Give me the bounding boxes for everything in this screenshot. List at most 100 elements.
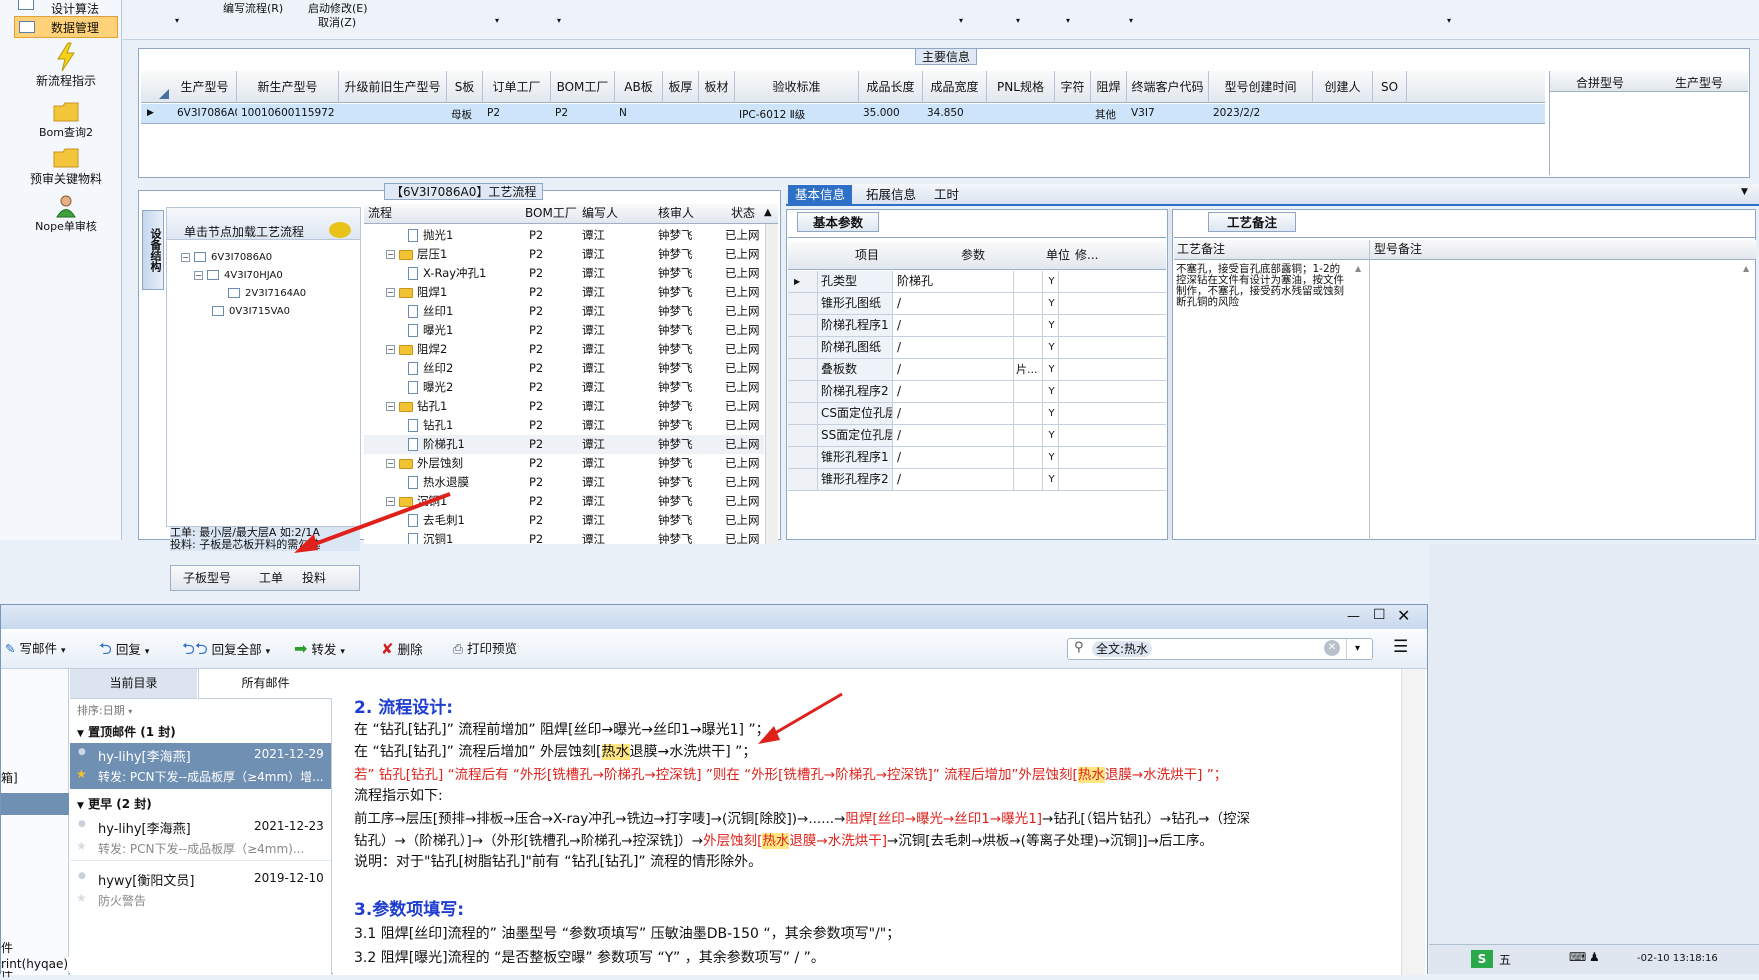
chevron-down-icon[interactable]: ▾ <box>1447 16 1451 25</box>
main-info-col-header[interactable]: 订单工厂 <box>483 71 551 103</box>
main-info-col-header[interactable]: S板 <box>447 71 483 103</box>
search-input[interactable]: 全文:热水 <box>1092 641 1153 657</box>
reply-button[interactable]: ⮌ 回复 ▾ <box>99 636 149 662</box>
tree-node[interactable]: − 6V3I7086A0 <box>181 252 272 263</box>
keyboard-icon[interactable]: ⌨ <box>1569 950 1586 964</box>
mail-item[interactable]: ● hywy[衡阳文员] 2019-12-10 ★ 防火警告 <box>70 867 331 913</box>
main-info-col-header[interactable]: 板厚 <box>663 71 699 103</box>
remarks-tab[interactable]: 工艺备注 <box>1208 212 1296 232</box>
process-row[interactable]: 曝光1 P2 谭江 钟梦飞 已上网 <box>364 321 764 340</box>
main-info-cell[interactable]: 母板 <box>451 107 483 122</box>
chevron-down-icon[interactable]: ▾ <box>1016 16 1020 25</box>
star-icon[interactable]: ★ <box>76 891 87 905</box>
param-row[interactable]: ▶ 孔类型 阶梯孔 Y <box>788 271 1166 293</box>
main-info-col-header[interactable]: 生产型号 <box>173 71 237 103</box>
main-info-cell[interactable]: N <box>619 107 663 119</box>
ime-icon[interactable]: S <box>1471 950 1493 968</box>
nav-item-data-management[interactable]: 数据管理 <box>14 16 118 38</box>
star-icon[interactable]: ★ <box>76 767 87 781</box>
process-row[interactable]: X-Ray冲孔1 P2 谭江 钟梦飞 已上网 <box>364 264 764 283</box>
sort-dropdown[interactable]: 排序:日期 ▾ <box>77 702 132 718</box>
param-row[interactable]: 锥形孔图纸 / Y <box>788 293 1166 315</box>
mail-item-selected[interactable]: ● hy-lihy[李海燕] 2021-12-29 ★ 转发: PCN下发--成… <box>70 743 331 789</box>
close-icon[interactable]: ✕ <box>1397 606 1410 625</box>
dropdown-icon[interactable]: ▼ <box>1741 187 1748 197</box>
folder-label[interactable]: 箱] <box>1 769 18 786</box>
main-info-cell[interactable]: P2 <box>487 107 551 119</box>
process-row[interactable]: − 阻焊1 P2 谭江 钟梦飞 已上网 <box>364 283 764 302</box>
collapse-icon[interactable]: − <box>386 345 395 354</box>
mail-item[interactable]: ● hy-lihy[李海燕] 2021-12-23 ★ 转发: PCN下发--成… <box>70 815 331 861</box>
tab-work-hours[interactable]: 工时 <box>934 185 959 205</box>
nav-item-pre-review[interactable]: 预审关键物料 <box>14 146 118 192</box>
process-row[interactable]: 抛光1 P2 谭江 钟梦飞 已上网 <box>364 226 764 245</box>
delete-button[interactable]: ✘ 删除 <box>381 636 423 662</box>
print-preview-button[interactable]: ⎙ 打印预览 <box>453 636 517 662</box>
search-options-icon[interactable]: ▾ <box>1346 639 1368 659</box>
main-info-col-header[interactable]: 新生产型号 <box>237 71 339 103</box>
main-info-col-header[interactable]: AB板 <box>615 71 663 103</box>
main-info-col-header[interactable]: SO <box>1373 71 1407 103</box>
main-info-cell[interactable]: V3I7 <box>1131 107 1209 119</box>
menu-edit-process[interactable]: 编写流程(R) <box>223 0 283 16</box>
folder-label[interactable]: 件 <box>1 939 13 956</box>
clear-search-icon[interactable]: ✕ <box>1324 640 1340 656</box>
collapse-icon[interactable]: − <box>386 250 395 259</box>
user-icon[interactable]: ♟ <box>1589 950 1600 964</box>
main-info-cell[interactable]: 2023/2/2 <box>1213 107 1313 119</box>
main-info-cell[interactable]: IPC-6012 Ⅱ级 <box>739 107 859 122</box>
process-row[interactable]: 钻孔1 P2 谭江 钟梦飞 已上网 <box>364 416 764 435</box>
process-row[interactable]: − 外层蚀刻 P2 谭江 钟梦飞 已上网 <box>364 454 764 473</box>
process-remark-text[interactable]: 不塞孔，接受盲孔底部露铜；1-2的控深钻在文件有设计为塞油，按文件制作，不塞孔，… <box>1176 264 1346 308</box>
main-info-col-header[interactable]: 字符 <box>1055 71 1091 103</box>
process-scrollbar[interactable] <box>765 224 778 544</box>
tree-node[interactable]: 2V3I7164A0 <box>228 288 306 299</box>
param-row[interactable]: 阶梯孔图纸 / Y <box>788 337 1166 359</box>
main-info-cell[interactable]: 35.000 <box>863 107 923 119</box>
side-tab-equipment[interactable]: 设备结构 <box>142 210 164 290</box>
collapse-icon[interactable]: − <box>386 459 395 468</box>
tree-node[interactable]: 0V3I715VA0 <box>212 306 290 317</box>
main-info-col-header[interactable]: 型号创建时间 <box>1209 71 1313 103</box>
compose-button[interactable]: ✎ 写邮件 ▾ <box>5 636 66 662</box>
process-row[interactable]: 丝印1 P2 谭江 钟梦飞 已上网 <box>364 302 764 321</box>
main-info-cell[interactable]: 10010600115972 <box>241 107 339 119</box>
main-info-cell[interactable]: 6V3I7086A0 <box>177 107 237 119</box>
chevron-down-icon[interactable]: ▾ <box>495 16 499 25</box>
main-info-cell[interactable]: 34.850 <box>927 107 987 119</box>
param-row[interactable]: 叠板数 / 片... Y <box>788 359 1166 381</box>
star-icon[interactable]: ★ <box>76 839 87 853</box>
tab-extended-info[interactable]: 拓展信息 <box>866 185 916 205</box>
process-row[interactable]: 阶梯孔1 P2 谭江 钟梦飞 已上网 <box>364 435 764 454</box>
folder-selected[interactable] <box>1 793 69 815</box>
scroll-up-icon[interactable]: ▲ <box>1743 264 1749 273</box>
maximize-icon[interactable]: ☐ <box>1373 607 1386 623</box>
tab-basic-info[interactable]: 基本信息 <box>788 185 852 205</box>
process-row[interactable]: − 钻孔1 P2 谭江 钟梦飞 已上网 <box>364 397 764 416</box>
main-info-col-header[interactable]: 创建人 <box>1313 71 1373 103</box>
collapse-icon[interactable]: − <box>181 252 190 262</box>
chevron-down-icon[interactable]: ▾ <box>959 16 963 25</box>
tree-node[interactable]: − 4V3I70HJA0 <box>194 270 283 281</box>
param-row[interactable]: SS面定位孔层 / Y <box>788 425 1166 447</box>
tab-all-mail[interactable]: 所有邮件 <box>198 669 332 699</box>
scroll-up-icon[interactable]: ▲ <box>764 204 772 222</box>
param-row[interactable]: CS面定位孔层 / Y <box>788 403 1166 425</box>
chevron-down-icon[interactable]: ▾ <box>1066 16 1070 25</box>
main-info-col-header[interactable]: 阻焊 <box>1091 71 1127 103</box>
nav-item-bom-query[interactable]: Bom查询2 <box>14 100 118 146</box>
chevron-down-icon[interactable]: ▾ <box>175 16 179 25</box>
main-info-col-header[interactable]: 终端客户代码 <box>1127 71 1209 103</box>
process-row[interactable]: − 层压1 P2 谭江 钟梦飞 已上网 <box>364 245 764 264</box>
menu-list-icon[interactable]: ☰ <box>1393 637 1408 657</box>
param-row[interactable]: 阶梯孔程序1/ Y <box>788 315 1166 337</box>
search-box[interactable]: ⚲ 全文:热水 ✕ ▾ <box>1067 638 1373 660</box>
minimize-icon[interactable]: — <box>1347 609 1360 624</box>
process-row[interactable]: 曝光2 P2 谭江 钟梦飞 已上网 <box>364 378 764 397</box>
account-label[interactable]: rint(hyqae) <box>1 957 69 971</box>
nav-item-nope-review[interactable]: Nope单审核 <box>14 194 118 240</box>
process-row[interactable]: 丝印2 P2 谭江 钟梦飞 已上网 <box>364 359 764 378</box>
reply-all-button[interactable]: ⮌⮌ 回复全部 ▾ <box>182 636 270 662</box>
nav-item-new-process[interactable]: 新流程指示 <box>14 42 118 92</box>
collapse-icon[interactable]: − <box>386 402 395 411</box>
